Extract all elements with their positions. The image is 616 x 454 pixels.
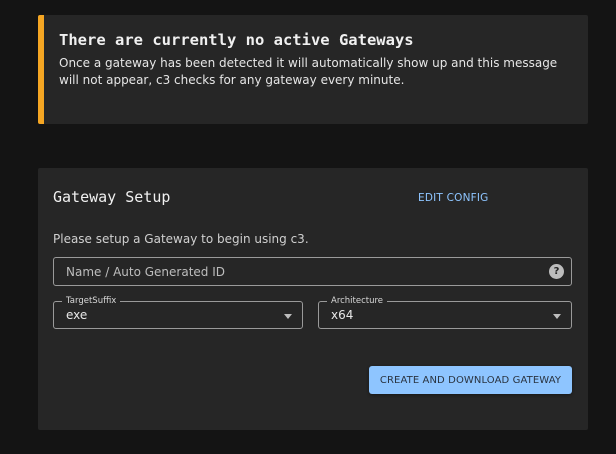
chevron-down-icon[interactable]: [284, 314, 292, 319]
architecture-label: Architecture: [327, 295, 388, 307]
gateway-name-input[interactable]: [54, 258, 571, 285]
architecture-select[interactable]: Architecture x64: [318, 295, 572, 329]
no-gateways-alert: There are currently no active Gateways O…: [38, 15, 588, 124]
help-circle-icon[interactable]: ?: [549, 264, 564, 279]
gateway-name-field: ?: [53, 257, 572, 286]
target-suffix-value: exe: [66, 308, 88, 322]
gateway-setup-card: Gateway Setup EDIT CONFIG Please setup a…: [38, 168, 588, 430]
create-and-download-gateway-button[interactable]: CREATE AND DOWNLOAD GATEWAY: [369, 366, 572, 394]
target-suffix-label: TargetSuffix: [62, 295, 121, 307]
alert-title: There are currently no active Gateways: [59, 31, 414, 49]
card-title: Gateway Setup: [53, 188, 171, 206]
chevron-down-icon[interactable]: [553, 314, 561, 319]
target-suffix-select[interactable]: TargetSuffix exe: [53, 295, 303, 329]
architecture-value: x64: [331, 308, 354, 322]
edit-config-button[interactable]: EDIT CONFIG: [418, 192, 489, 204]
setup-instructions: Please setup a Gateway to begin using c3…: [53, 232, 309, 246]
alert-message: Once a gateway has been detected it will…: [59, 56, 558, 87]
